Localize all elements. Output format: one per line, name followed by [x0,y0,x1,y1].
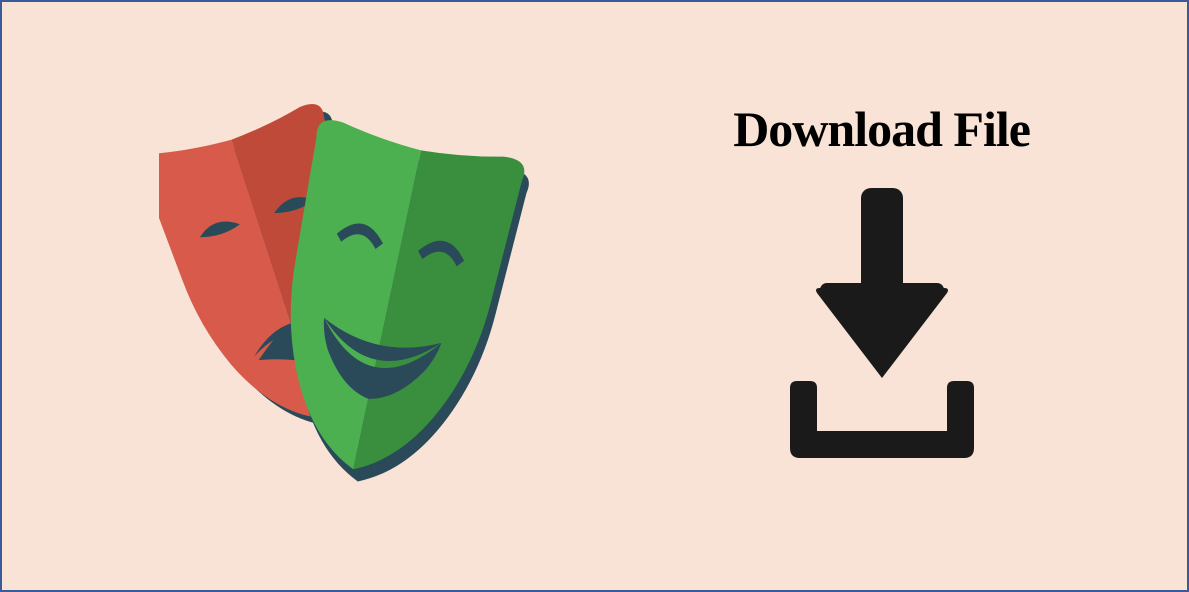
download-card: Download File [0,0,1189,592]
download-section[interactable]: Download File [733,100,1030,463]
download-heading: Download File [733,100,1030,158]
theater-masks-icon [159,96,539,496]
download-icon [772,183,992,463]
